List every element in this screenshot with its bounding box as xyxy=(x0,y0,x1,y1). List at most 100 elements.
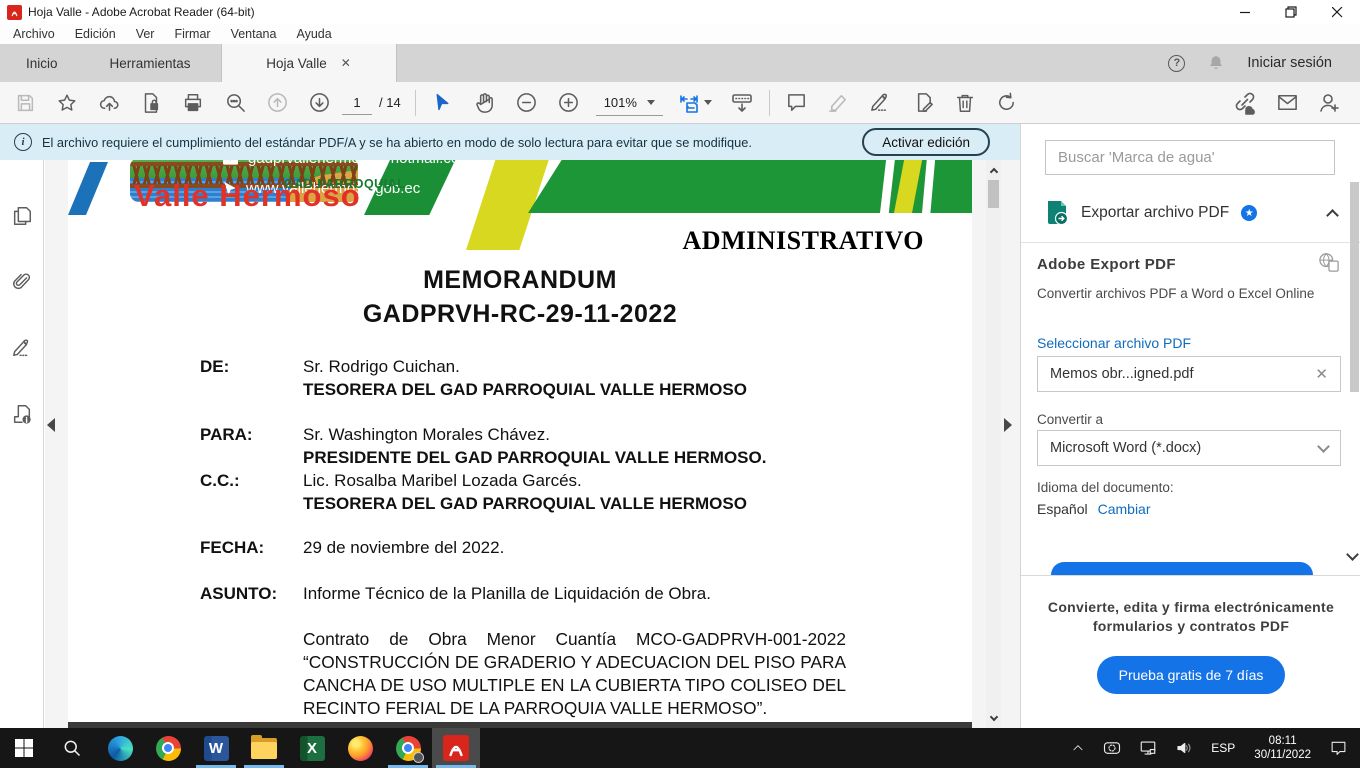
brand-subtitle: GAD PARROQUIAL xyxy=(284,177,405,191)
banner-email-row: gadprvallehermoso@hotmail.com xyxy=(223,160,472,167)
tab-document-label: Hoja Valle xyxy=(266,56,327,71)
change-language-link[interactable]: Cambiar xyxy=(1098,501,1151,517)
menu-edicion[interactable]: Edición xyxy=(72,26,119,42)
menu-ayuda[interactable]: Ayuda xyxy=(293,26,334,42)
delete-icon[interactable] xyxy=(944,86,986,120)
toolbar-panel-icon[interactable] xyxy=(721,86,763,120)
help-icon[interactable]: ? xyxy=(1168,55,1185,72)
tab-bar: Inicio Herramientas Hoja Valle ✕ ? Inici… xyxy=(0,44,1360,82)
tray-network-icon[interactable] xyxy=(1132,728,1164,768)
main-toolbar: / 14 101% xyxy=(0,82,1360,124)
search-icon[interactable] xyxy=(214,86,256,120)
selected-file-box[interactable]: Memos obr...igned.pdf ✕ xyxy=(1037,356,1341,392)
document-language-label: Idioma del documento: xyxy=(1037,480,1174,495)
document-scrollbar[interactable] xyxy=(986,160,1001,728)
previous-page-icon[interactable] xyxy=(256,86,298,120)
menu-ventana[interactable]: Ventana xyxy=(228,26,280,42)
rotate-icon[interactable] xyxy=(986,86,1028,120)
tray-language-indicator[interactable]: ESP xyxy=(1204,728,1242,768)
tab-inicio[interactable]: Inicio xyxy=(0,44,84,82)
taskbar-edge-icon[interactable] xyxy=(96,728,144,768)
hand-tool-icon[interactable] xyxy=(464,86,506,120)
tray-date: 30/11/2022 xyxy=(1254,748,1311,762)
select-tool-icon[interactable] xyxy=(422,86,464,120)
tray-volume-icon[interactable] xyxy=(1168,728,1200,768)
start-button[interactable] xyxy=(0,728,48,768)
signatures-icon[interactable] xyxy=(10,336,34,360)
scrollbar-thumb[interactable] xyxy=(988,180,999,208)
page-number-input[interactable] xyxy=(342,91,372,115)
expand-right-pane-icon[interactable] xyxy=(1004,418,1012,432)
taskbar-chrome-icon[interactable] xyxy=(144,728,192,768)
menu-ver[interactable]: Ver xyxy=(133,26,158,42)
taskbar-word-icon[interactable]: W xyxy=(192,728,240,768)
panel-scrollbar-thumb[interactable] xyxy=(1350,182,1359,392)
convert-format-select[interactable]: Microsoft Word (*.docx) xyxy=(1037,430,1341,466)
fit-width-icon[interactable] xyxy=(669,86,721,120)
next-page-icon[interactable] xyxy=(298,86,340,120)
taskbar-acrobat-icon[interactable] xyxy=(432,728,480,768)
tray-expand-icon[interactable] xyxy=(1064,728,1092,768)
comment-icon[interactable] xyxy=(776,86,818,120)
page-lock-icon[interactable] xyxy=(130,86,172,120)
export-pdf-label: Exportar archivo PDF xyxy=(1081,204,1229,222)
enable-editing-button[interactable]: Activar edición xyxy=(862,128,990,156)
convert-button-partial[interactable] xyxy=(1051,562,1313,575)
highlighter-icon[interactable] xyxy=(818,86,860,120)
attachments-icon[interactable] xyxy=(10,270,34,294)
field-fecha: FECHA: 29 de noviembre del 2022. xyxy=(200,536,504,559)
export-pdf-tool[interactable]: Exportar archivo PDF ★ xyxy=(1045,196,1337,230)
share-link-icon[interactable] xyxy=(1224,86,1266,120)
memo-number: GADPRVH-RC-29-11-2022 xyxy=(68,300,972,329)
zoom-in-icon[interactable] xyxy=(548,86,590,120)
zoom-out-icon[interactable] xyxy=(506,86,548,120)
promo-area: Convierte, edita y firma electrónicament… xyxy=(1021,576,1360,728)
scroll-up-icon[interactable] xyxy=(986,162,1001,177)
taskbar-firefox-icon[interactable] xyxy=(336,728,384,768)
fill-sign-icon[interactable] xyxy=(860,86,902,120)
edit-page-icon[interactable] xyxy=(902,86,944,120)
toolbar-divider xyxy=(415,90,416,116)
save-icon[interactable] xyxy=(4,86,46,120)
add-person-icon[interactable] xyxy=(1308,86,1350,120)
collapse-left-pane-icon[interactable] xyxy=(47,418,55,432)
page-info-icon[interactable] xyxy=(10,402,34,426)
department-label: ADMINISTRATIVO xyxy=(683,226,924,256)
zoom-level-control[interactable]: 101% xyxy=(596,90,663,116)
print-icon[interactable] xyxy=(172,86,214,120)
action-center-icon[interactable] xyxy=(1323,728,1354,768)
select-chevron-icon xyxy=(1317,440,1330,453)
select-pdf-link[interactable]: Seleccionar archivo PDF xyxy=(1037,335,1191,351)
menu-archivo[interactable]: Archivo xyxy=(10,26,58,42)
panel-scroll-down-icon[interactable] xyxy=(1346,548,1359,561)
collapse-tool-icon[interactable] xyxy=(1326,209,1339,222)
document-area: gadprvallehermoso@hotmail.com www.valleh… xyxy=(45,160,1020,728)
free-trial-button[interactable]: Prueba gratis de 7 días xyxy=(1097,656,1286,694)
tray-meet-now-icon[interactable] xyxy=(1096,728,1128,768)
clear-file-icon[interactable]: ✕ xyxy=(1315,365,1328,383)
export-pdf-icon xyxy=(1045,200,1069,226)
convert-to-label: Convertir a xyxy=(1037,412,1103,427)
scroll-down-icon[interactable] xyxy=(986,711,1001,726)
page-thumbnails-icon[interactable] xyxy=(10,204,34,228)
star-icon[interactable] xyxy=(46,86,88,120)
close-button[interactable] xyxy=(1314,0,1360,24)
restore-button[interactable] xyxy=(1268,0,1314,24)
tray-time: 08:11 xyxy=(1254,734,1311,748)
sign-in-button[interactable]: Iniciar sesión xyxy=(1247,55,1332,71)
taskbar-search-button[interactable] xyxy=(48,728,96,768)
tray-clock[interactable]: 08:11 30/11/2022 xyxy=(1246,734,1319,762)
tools-search-input[interactable] xyxy=(1045,140,1335,175)
envelope-icon xyxy=(223,160,238,165)
email-icon[interactable] xyxy=(1266,86,1308,120)
tab-herramientas[interactable]: Herramientas xyxy=(84,44,217,82)
bell-icon[interactable] xyxy=(1207,54,1225,72)
taskbar-chrome-profile-icon[interactable] xyxy=(384,728,432,768)
menu-firmar[interactable]: Firmar xyxy=(171,26,213,42)
minimize-button[interactable] xyxy=(1222,0,1268,24)
cloud-upload-icon[interactable] xyxy=(88,86,130,120)
taskbar-explorer-icon[interactable] xyxy=(240,728,288,768)
tab-close-icon[interactable]: ✕ xyxy=(341,57,351,69)
taskbar-excel-icon[interactable]: X xyxy=(288,728,336,768)
tab-document[interactable]: Hoja Valle ✕ xyxy=(221,44,397,82)
